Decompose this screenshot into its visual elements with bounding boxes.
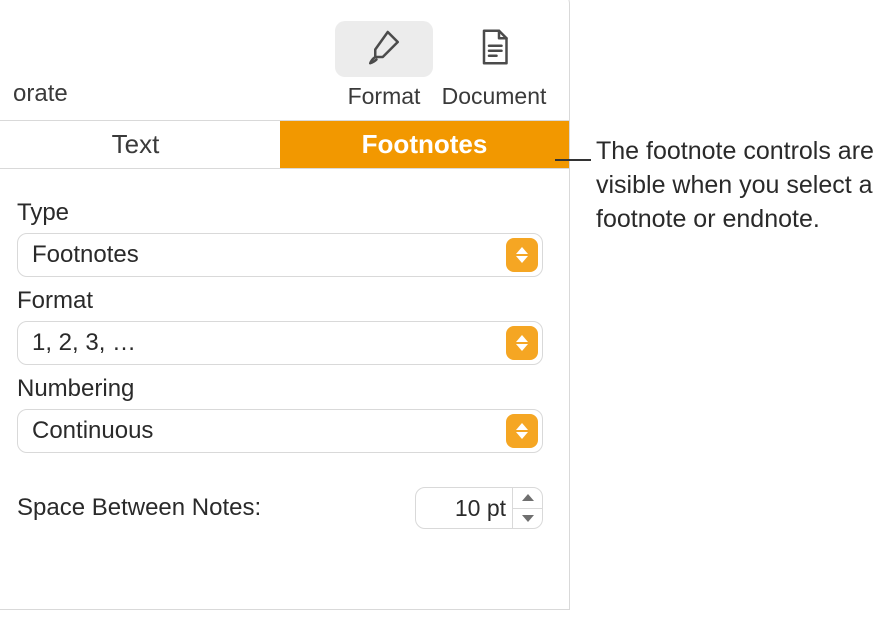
toolbar-truncated-item: orate xyxy=(11,80,325,112)
toolbar-right-group: Format Document xyxy=(329,13,549,112)
brush-icon xyxy=(364,27,404,72)
space-between-label: Space Between Notes: xyxy=(17,494,395,522)
type-popup[interactable]: Footnotes xyxy=(17,233,543,277)
format-value: 1, 2, 3, … xyxy=(32,329,136,357)
inspector-tabbar: Text Footnotes xyxy=(0,121,569,169)
updown-icon xyxy=(506,238,538,272)
footnotes-content: Type Footnotes Format 1, 2, 3, … Numberi… xyxy=(0,169,569,549)
tab-text[interactable]: Text xyxy=(0,121,280,168)
inspector-panel: orate Format xyxy=(0,0,570,610)
callout-leader-line xyxy=(555,159,591,161)
format-popup[interactable]: 1, 2, 3, … xyxy=(17,321,543,365)
numbering-popup[interactable]: Continuous xyxy=(17,409,543,453)
type-label: Type xyxy=(17,199,543,227)
space-between-row: Space Between Notes: 10 pt xyxy=(17,487,543,529)
numbering-value: Continuous xyxy=(32,417,153,445)
numbering-label: Numbering xyxy=(17,375,543,403)
space-between-stepper[interactable]: 10 pt xyxy=(415,487,543,529)
space-between-value: 10 pt xyxy=(455,495,506,522)
updown-icon xyxy=(506,414,538,448)
tab-footnotes[interactable]: Footnotes xyxy=(280,121,569,168)
document-button[interactable]: Document xyxy=(439,13,549,112)
document-icon xyxy=(474,27,514,72)
toolbar: orate Format xyxy=(0,0,569,121)
stepper-arrows[interactable] xyxy=(512,488,542,528)
updown-icon xyxy=(506,326,538,360)
format-label: Format xyxy=(17,287,543,315)
type-value: Footnotes xyxy=(32,241,139,269)
format-button[interactable]: Format xyxy=(329,13,439,112)
callout-text: The footnote controls are visible when y… xyxy=(596,135,896,236)
document-label: Document xyxy=(442,83,547,110)
format-label: Format xyxy=(348,83,421,110)
